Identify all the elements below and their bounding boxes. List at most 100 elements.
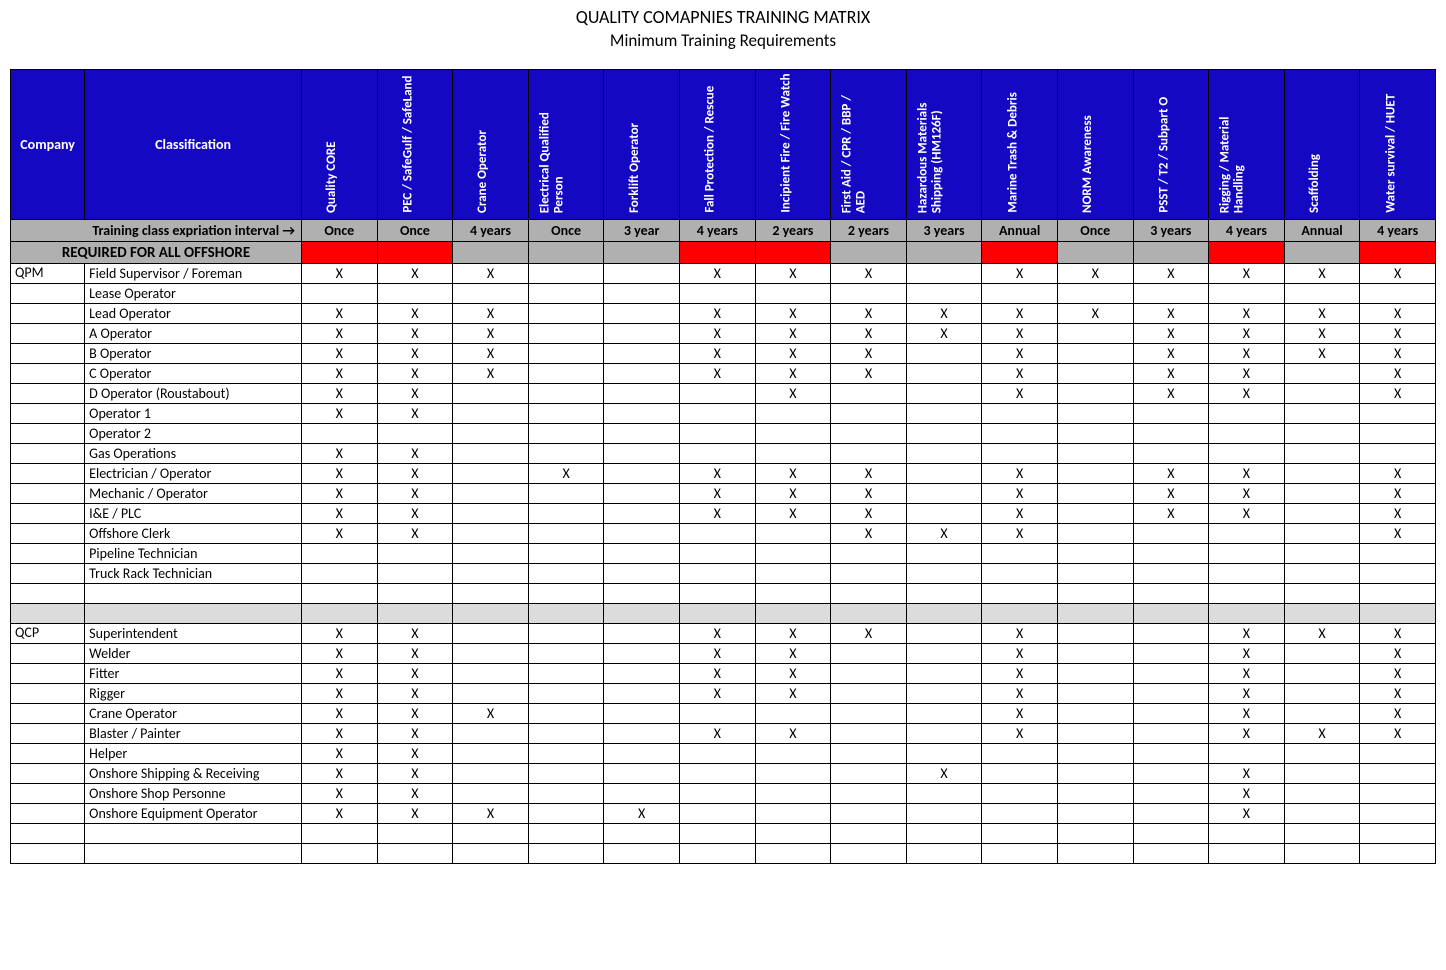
mark-cell: X: [302, 524, 378, 544]
mark-cell: X: [302, 324, 378, 344]
mark-cell: X: [1209, 624, 1285, 644]
table-row: Blaster / PainterXXXXXXXX: [11, 724, 1436, 744]
company-cell: QPM: [11, 264, 85, 284]
mark-cell: [453, 464, 529, 484]
mark-cell: [1057, 624, 1133, 644]
mark-cell: X: [679, 504, 755, 524]
mark-cell: X: [453, 364, 529, 384]
mark-cell: X: [1360, 684, 1436, 704]
required-cell: [1284, 242, 1360, 264]
mark-cell: [1284, 544, 1360, 564]
mark-cell: [1057, 664, 1133, 684]
mark-cell: [1284, 564, 1360, 584]
spacer-row: [11, 584, 1436, 604]
mark-cell: [604, 744, 680, 764]
header-training-2: Crane Operator: [453, 70, 529, 220]
table-row: Truck Rack Technician: [11, 564, 1436, 584]
mark-cell: X: [1284, 344, 1360, 364]
mark-cell: X: [1209, 804, 1285, 824]
mark-cell: X: [377, 264, 453, 284]
mark-cell: [906, 784, 982, 804]
table-row: Pipeline Technician: [11, 544, 1436, 564]
classification-cell: Offshore Clerk: [85, 524, 302, 544]
mark-cell: [1209, 284, 1285, 304]
mark-cell: [1133, 544, 1209, 564]
mark-cell: [1133, 724, 1209, 744]
mark-cell: [604, 444, 680, 464]
required-cell: [906, 242, 982, 264]
mark-cell: X: [755, 664, 831, 684]
mark-cell: [528, 784, 604, 804]
classification-cell: Operator 1: [85, 404, 302, 424]
mark-cell: X: [982, 304, 1058, 324]
mark-cell: [453, 684, 529, 704]
mark-cell: X: [755, 384, 831, 404]
mark-cell: [528, 684, 604, 704]
mark-cell: [453, 404, 529, 424]
table-row: RiggerXXXXXXX: [11, 684, 1436, 704]
required-cell: [1057, 242, 1133, 264]
mark-cell: [1133, 784, 1209, 804]
mark-cell: [1133, 444, 1209, 464]
mark-cell: [1133, 804, 1209, 824]
mark-cell: [831, 784, 907, 804]
mark-cell: [453, 524, 529, 544]
mark-cell: [906, 464, 982, 484]
title-block: QUALITY COMAPNIES TRAINING MATRIX Minimu…: [10, 6, 1436, 51]
interval-cell: 4 years: [453, 220, 529, 242]
mark-cell: [1057, 544, 1133, 564]
mark-cell: X: [1209, 364, 1285, 384]
company-cell: [11, 504, 85, 524]
mark-cell: [604, 504, 680, 524]
required-label: REQUIRED FOR ALL OFFSHORE: [11, 242, 302, 264]
mark-cell: X: [1209, 464, 1285, 484]
mark-cell: [982, 544, 1058, 564]
mark-cell: X: [377, 664, 453, 684]
mark-cell: [1057, 704, 1133, 724]
table-row: Operator 2: [11, 424, 1436, 444]
mark-cell: [1133, 624, 1209, 644]
mark-cell: [1057, 344, 1133, 364]
mark-cell: [302, 284, 378, 304]
mark-cell: [528, 764, 604, 784]
interval-cell: Once: [302, 220, 378, 242]
mark-cell: [604, 784, 680, 804]
required-row: REQUIRED FOR ALL OFFSHORE: [11, 242, 1436, 264]
mark-cell: X: [755, 344, 831, 364]
mark-cell: [453, 724, 529, 744]
section-divider: [11, 604, 1436, 624]
mark-cell: X: [1360, 304, 1436, 324]
mark-cell: [982, 444, 1058, 464]
mark-cell: X: [755, 364, 831, 384]
mark-cell: [679, 524, 755, 544]
table-row: A OperatorXXXXXXXXXXXX: [11, 324, 1436, 344]
company-cell: [11, 784, 85, 804]
mark-cell: X: [1360, 344, 1436, 364]
mark-cell: [604, 404, 680, 424]
mark-cell: [1284, 644, 1360, 664]
mark-cell: X: [302, 624, 378, 644]
mark-cell: X: [302, 504, 378, 524]
classification-cell: Onshore Shop Personne: [85, 784, 302, 804]
mark-cell: X: [755, 264, 831, 284]
header-training-4: Forklift Operator: [604, 70, 680, 220]
mark-cell: [453, 644, 529, 664]
mark-cell: X: [1284, 304, 1360, 324]
mark-cell: [1360, 284, 1436, 304]
mark-cell: X: [1057, 304, 1133, 324]
required-cell: [302, 242, 378, 264]
mark-cell: [755, 424, 831, 444]
table-row: Offshore ClerkXXXXXX: [11, 524, 1436, 544]
mark-cell: [1209, 544, 1285, 564]
mark-cell: [1057, 524, 1133, 544]
mark-cell: [453, 744, 529, 764]
mark-cell: [831, 724, 907, 744]
mark-cell: X: [906, 524, 982, 544]
mark-cell: X: [302, 644, 378, 664]
mark-cell: [528, 544, 604, 564]
mark-cell: [755, 764, 831, 784]
mark-cell: X: [906, 304, 982, 324]
mark-cell: [604, 344, 680, 364]
company-cell: [11, 284, 85, 304]
mark-cell: [982, 744, 1058, 764]
